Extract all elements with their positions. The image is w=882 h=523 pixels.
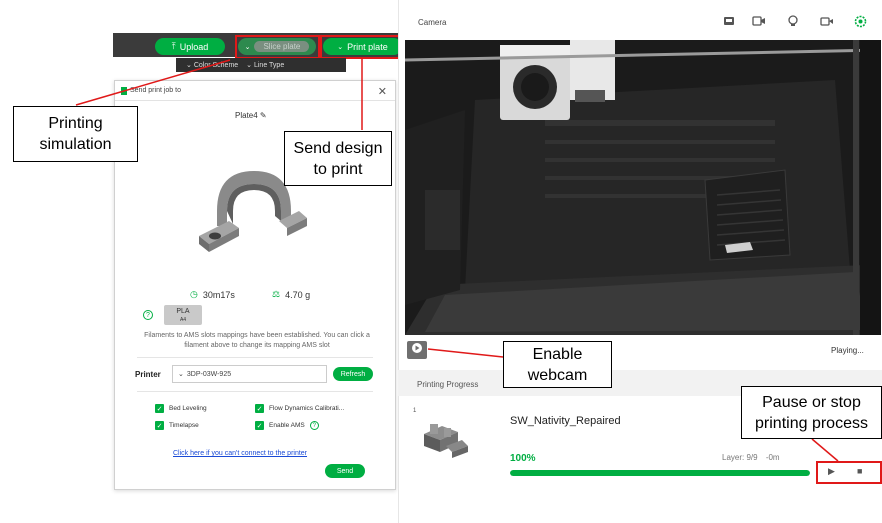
plate-name[interactable]: Plate4 ✎ <box>235 111 267 120</box>
sd-card-icon[interactable] <box>722 14 736 28</box>
flow-calibration-option[interactable]: ✓ Flow Dynamics Calibrati... <box>255 404 344 413</box>
bed-leveling-option[interactable]: ✓ Bed Leveling <box>155 404 207 413</box>
checkbox-checked-icon[interactable]: ✓ <box>155 421 164 430</box>
checkbox-checked-icon[interactable]: ✓ <box>155 404 164 413</box>
job-name: SW_Nativity_Repaired <box>510 415 621 427</box>
timelapse-icon[interactable] <box>786 14 800 28</box>
webcam-toggle-button[interactable] <box>407 341 427 359</box>
progress-bar-fill <box>510 470 810 476</box>
settings-icon[interactable] <box>853 14 867 28</box>
chevron-down-icon: ⌄ <box>178 371 184 378</box>
slice-plate-highlight <box>235 35 320 59</box>
filament-slot-button[interactable]: PLA A4 <box>164 305 202 325</box>
app-logo-icon <box>121 86 127 95</box>
clock-icon: ◷ <box>190 289 198 299</box>
camera-feed <box>405 40 881 335</box>
divider <box>137 357 373 358</box>
weight-icon: ⚖ <box>272 289 281 299</box>
camera-feed-image <box>405 40 881 335</box>
printer-select[interactable]: ⌄ 3DP-03W-925 <box>172 365 327 383</box>
filament-weight: ⚖ 4.70 g <box>272 289 311 300</box>
send-button[interactable]: Send <box>325 464 365 478</box>
pause-stop-callout: Pause or stop printing process <box>741 386 882 439</box>
chevron-down-icon: ⌄ <box>186 62 194 69</box>
send-design-callout: Send design to print <box>284 131 392 186</box>
printing-simulation-callout: Printing simulation <box>13 106 138 162</box>
print-plate-highlight <box>320 35 406 59</box>
enable-ams-option[interactable]: ✓ Enable AMS ? <box>255 421 319 430</box>
divider <box>137 391 373 392</box>
chevron-down-icon: ⌄ <box>246 62 254 69</box>
layer-info: Layer: 9/9 -0m <box>722 453 780 462</box>
checkbox-checked-icon[interactable]: ✓ <box>255 421 264 430</box>
help-icon[interactable]: ? <box>143 310 153 320</box>
close-icon[interactable]: ✕ <box>378 85 387 98</box>
recording-icon[interactable] <box>752 14 766 28</box>
camera-status: Playing... <box>831 346 864 355</box>
dialog-header: Send print job to <box>115 81 395 101</box>
refresh-button[interactable]: Refresh <box>333 367 373 381</box>
job-thumbnail <box>424 424 468 458</box>
plate-number: 1 <box>413 408 417 414</box>
help-icon[interactable]: ? <box>309 421 319 430</box>
connect-help-link[interactable]: Click here if you can't connect to the p… <box>173 450 307 457</box>
view-options-bar: ⌄ Color Scheme ⌄ Line Type <box>176 58 346 72</box>
enable-webcam-callout: Enable webcam <box>503 341 612 388</box>
ams-mapping-note: Filaments to AMS slots mappings have bee… <box>144 332 370 349</box>
progress-percent: 100% <box>510 453 536 464</box>
print-controls-highlight <box>816 461 882 484</box>
color-scheme-dropdown[interactable]: ⌄ Color Scheme <box>186 61 238 69</box>
play-icon <box>411 341 423 359</box>
edit-icon[interactable]: ✎ <box>260 111 267 120</box>
upload-button[interactable]: ⤒ Upload <box>155 38 225 55</box>
progress-title: Printing Progress <box>417 380 479 389</box>
timelapse-option[interactable]: ✓ Timelapse <box>155 421 199 430</box>
line-type-dropdown[interactable]: ⌄ Line Type <box>246 61 284 69</box>
print-time: ◷ 30m17s <box>190 289 235 300</box>
camera-title: Camera <box>418 18 447 27</box>
progress-bar <box>510 470 810 476</box>
video-icon[interactable] <box>820 14 834 28</box>
checkbox-checked-icon[interactable]: ✓ <box>255 404 264 413</box>
printer-label: Printer <box>135 370 161 379</box>
upload-icon: ⤒ <box>171 41 176 51</box>
